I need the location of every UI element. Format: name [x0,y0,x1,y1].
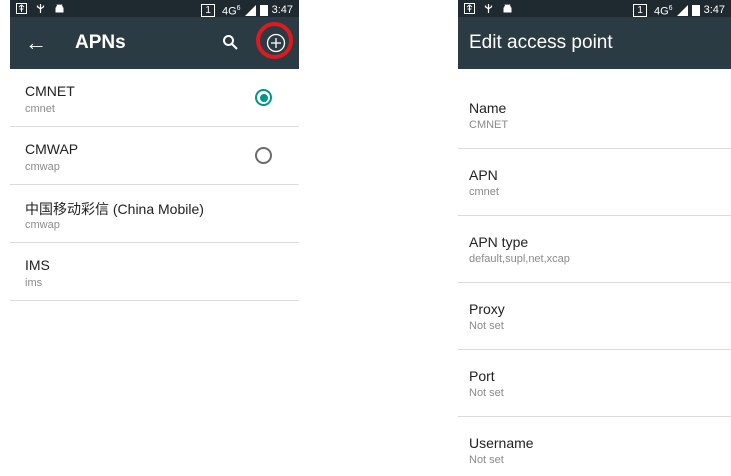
apn-name: 中国移动彩信 (China Mobile) [25,201,204,217]
setting-title: APN [469,167,498,183]
battery-icon [259,4,268,16]
highlight-circle [256,22,293,59]
usb-icon [35,3,46,14]
app-bar: ← APNs [10,17,299,69]
setting-title: Name [469,100,507,116]
setting-value: cmnet [469,186,499,198]
page-title: APNs [75,32,126,53]
setting-proxy[interactable]: Proxy Not set [458,283,731,350]
sim-slot: 1 [201,3,215,17]
radio-button[interactable] [255,89,272,106]
apn-value: ims [25,277,43,289]
notification-icons [464,0,513,14]
usb-icon [483,3,494,14]
apn-name: CMWAP [25,141,79,157]
apn-list-screen: 1 4G6 3:47 ← APNs CMNET cmnet CMWAP cmwa… [10,0,299,476]
status-bar: 1 4G6 3:47 [10,0,299,18]
signal-icon [244,4,256,16]
notification-icons [16,0,65,14]
setting-title: Port [469,368,495,384]
setting-value: Not set [469,387,504,399]
apn-list: CMNET cmnet CMWAP cmwap 中国移动彩信 (China Mo… [10,69,299,301]
setting-value: Not set [469,320,504,332]
apn-name: IMS [25,257,50,273]
android-icon [502,3,513,14]
page-title: Edit access point [469,32,613,53]
list-item[interactable]: IMS ims [10,243,299,301]
usb-debug-icon [16,3,27,14]
setting-title: Username [469,435,534,451]
sim-slot: 1 [633,3,647,17]
usb-debug-icon [464,3,475,14]
android-icon [54,3,65,14]
signal-icon [676,4,688,16]
search-icon[interactable] [222,34,238,50]
setting-value: default,supl,net,xcap [469,253,570,265]
list-item[interactable]: CMWAP cmwap [10,127,299,185]
edit-access-point-screen: 1 4G6 3:47 Edit access point Name CMNET … [458,0,731,476]
list-item[interactable]: CMNET cmnet [10,69,299,127]
apn-value: cmnet [25,103,55,115]
app-bar: Edit access point [458,17,731,69]
setting-username[interactable]: Username Not set [458,417,731,476]
apn-name: CMNET [25,83,75,99]
setting-port[interactable]: Port Not set [458,350,731,417]
setting-value: CMNET [469,119,509,131]
setting-title: APN type [469,234,529,250]
battery-icon [691,4,700,16]
setting-title: Proxy [469,301,505,317]
setting-apn-type[interactable]: APN type default,supl,net,xcap [458,216,731,283]
radio-button[interactable] [255,147,272,164]
setting-value: Not set [469,454,504,466]
setting-apn[interactable]: APN cmnet [458,149,731,216]
status-bar: 1 4G6 3:47 [458,0,731,18]
back-arrow-icon[interactable]: ← [25,17,47,69]
apn-value: cmwap [25,219,60,231]
apn-value: cmwap [25,161,60,173]
setting-name[interactable]: Name CMNET [458,82,731,149]
list-item[interactable]: 中国移动彩信 (China Mobile) cmwap [10,185,299,243]
apn-settings-list: Name CMNET APN cmnet APN type default,su… [458,82,731,476]
